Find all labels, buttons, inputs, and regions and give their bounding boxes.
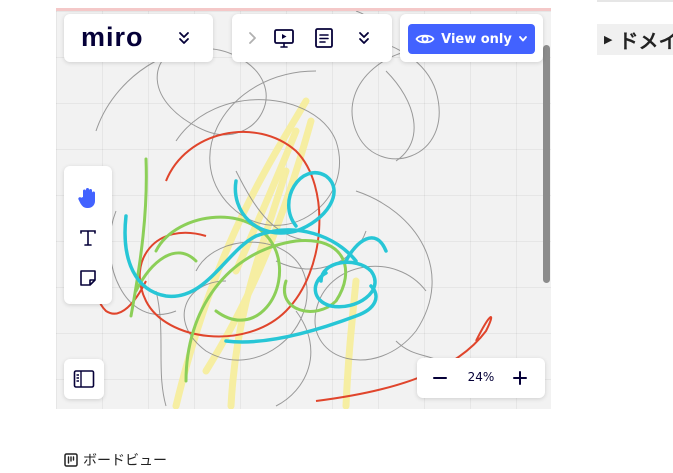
- text-icon: [80, 230, 96, 246]
- collapse-arrow-button[interactable]: [244, 28, 260, 48]
- chevron-right-icon: [249, 32, 256, 44]
- vertical-scrollbar[interactable]: [543, 45, 550, 283]
- view-only-label: View only: [441, 31, 512, 47]
- left-toolbar: [64, 166, 112, 304]
- minus-icon: [433, 377, 447, 379]
- chevrons-down-icon: [359, 32, 369, 44]
- zoom-in-button[interactable]: [509, 368, 531, 388]
- zoom-controls: 24%: [417, 358, 545, 398]
- sticky-note-icon: [80, 270, 96, 286]
- zoom-level[interactable]: 24%: [463, 370, 499, 384]
- view-mode-panel: View only: [400, 14, 543, 62]
- text-tool-button[interactable]: [76, 226, 100, 250]
- domain-expander[interactable]: ▶ ドメイ: [597, 24, 673, 55]
- board-canvas[interactable]: [56, 8, 551, 409]
- presentation-button[interactable]: [272, 26, 296, 50]
- sticky-note-tool-button[interactable]: [76, 266, 100, 290]
- triangle-right-icon: ▶: [604, 33, 613, 46]
- sidebar-panel-icon: [73, 370, 95, 388]
- chevron-down-icon: [518, 36, 527, 42]
- board-tools-panel: [232, 14, 392, 62]
- presentation-icon: [274, 29, 294, 48]
- chevrons-down-icon: [179, 32, 189, 44]
- notes-button[interactable]: [312, 26, 336, 50]
- plus-icon: [513, 371, 527, 385]
- eye-icon: [415, 34, 435, 44]
- tools-more-button[interactable]: [352, 26, 376, 50]
- side-divider: [597, 0, 673, 2]
- sidebar-toggle-button[interactable]: [64, 359, 104, 399]
- hand-icon: [78, 188, 95, 208]
- domain-expander-label: ドメイ: [618, 29, 673, 53]
- notes-icon: [315, 28, 333, 48]
- logo-panel: miro: [64, 14, 213, 62]
- board-view-link[interactable]: ボードビュー: [64, 450, 167, 470]
- board-drawing: [93, 11, 493, 409]
- zoom-out-button[interactable]: [429, 368, 451, 388]
- board-menu-button[interactable]: [172, 26, 196, 50]
- hand-tool-button[interactable]: [76, 186, 100, 210]
- sidebar-toggle-icon-wrap: [72, 367, 96, 391]
- view-only-button[interactable]: View only: [408, 24, 535, 54]
- board-view-label: ボードビュー: [83, 453, 167, 469]
- miro-logo: miro: [81, 22, 144, 52]
- board-icon: [64, 453, 78, 467]
